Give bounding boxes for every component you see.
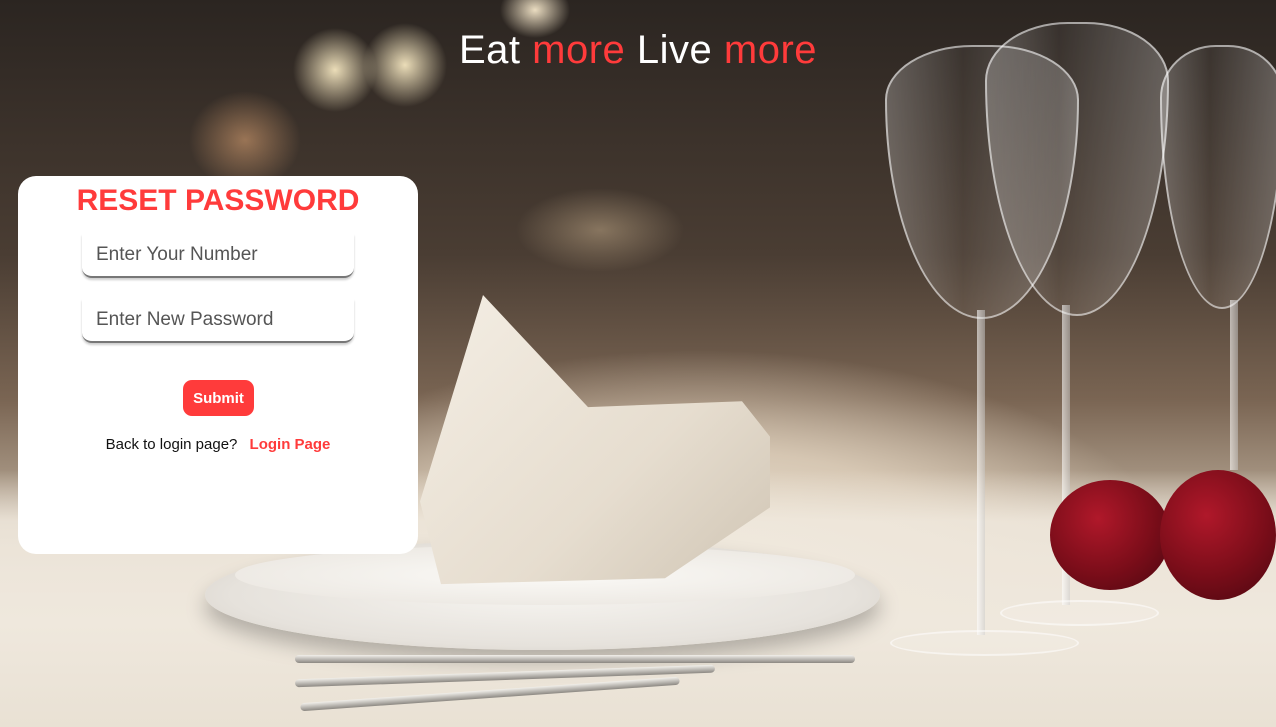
login-page-link[interactable]: Login Page (250, 436, 331, 453)
wine-glass-base-decoration (1000, 600, 1159, 626)
rose-decoration (1160, 470, 1276, 600)
knife-decoration (295, 655, 855, 663)
headline-word-more-2: more (723, 28, 818, 72)
reset-password-card: RESET PASSWORD Submit Back to login page… (18, 176, 418, 554)
headline-word-eat: Eat (458, 28, 521, 72)
headline: Eat more Live more (0, 28, 1276, 73)
back-to-login-row: Back to login page? Login Page (18, 436, 418, 453)
phone-number-input[interactable] (82, 234, 354, 278)
wine-glass-base-decoration (890, 630, 1079, 656)
rose-decoration (1050, 480, 1170, 590)
submit-button[interactable]: Submit (183, 380, 254, 416)
wine-glass-stem-decoration (1230, 300, 1238, 470)
new-password-input[interactable] (82, 299, 354, 343)
reset-password-title: RESET PASSWORD (76, 184, 360, 217)
headline-word-more: more (532, 28, 626, 72)
back-to-login-text: Back to login page? (105, 436, 238, 453)
wine-glass-stem-decoration (977, 310, 985, 635)
headline-word-live: Live (636, 28, 713, 72)
